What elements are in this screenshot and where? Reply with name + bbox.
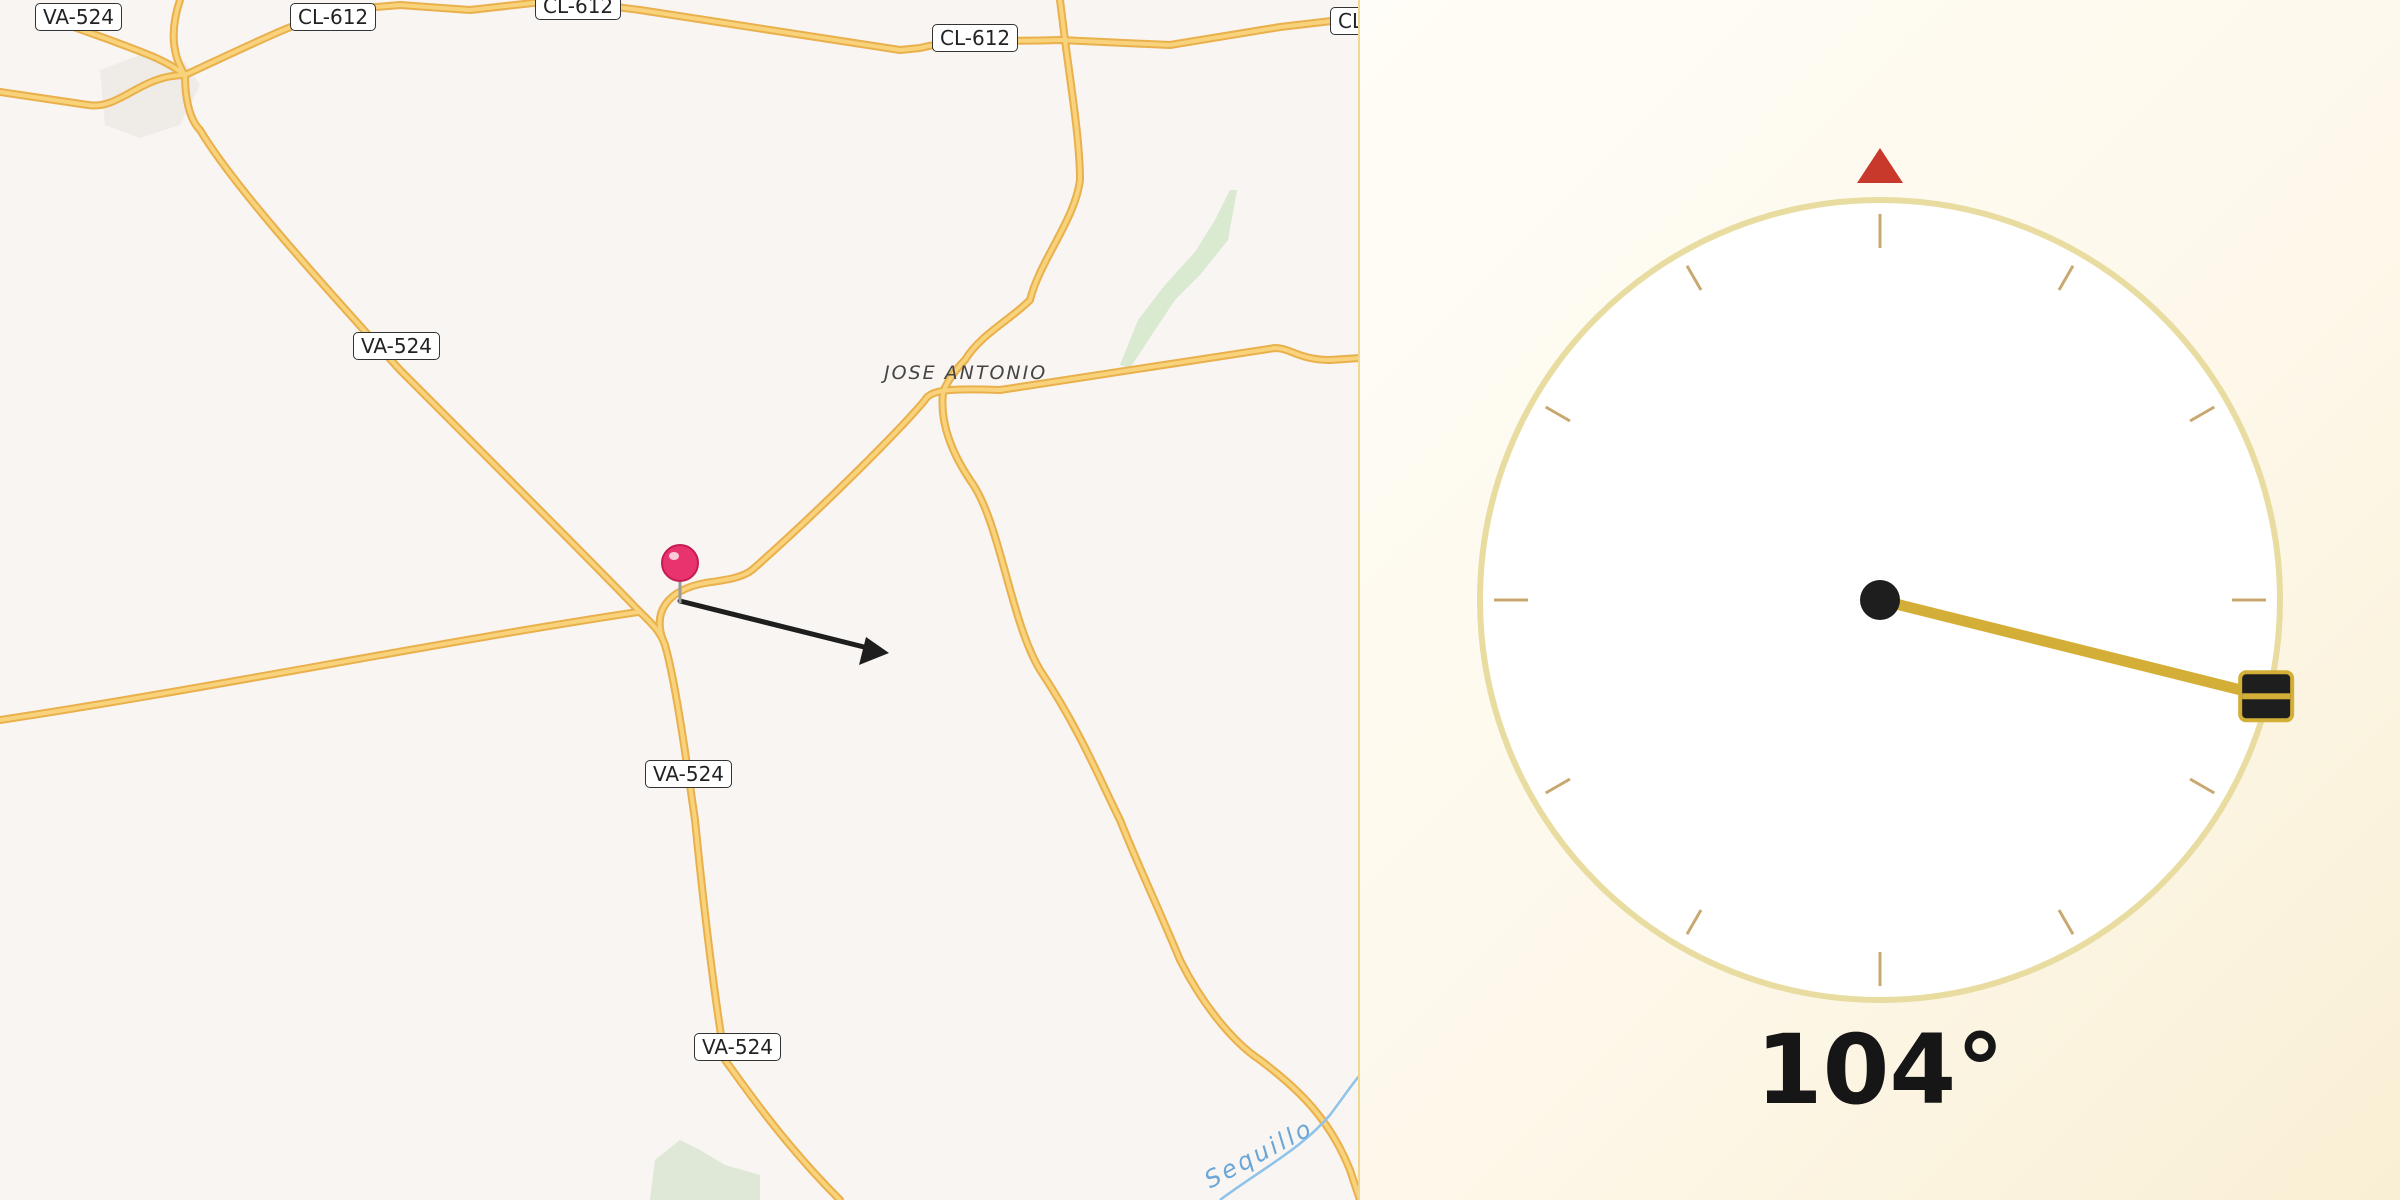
road-label: CL-612 [932,24,1019,52]
road-label: VA-524 [645,760,733,788]
road-label: VA-524 [35,3,123,31]
road-label: CL [1330,7,1358,35]
map-canvas[interactable] [0,0,1360,1200]
compass-panel: 104° [1360,0,2400,1200]
park-area [650,1140,760,1200]
map-pin-icon[interactable] [661,544,699,603]
heading-readout: 104° [1755,1014,2005,1126]
road-label: CL-612 [290,3,377,31]
park-area [1120,190,1237,368]
needle-handle-icon[interactable] [2238,670,2295,723]
north-marker-icon [1857,148,1903,183]
app: VA-524 CL-612 CL-612 CL-612 CL VA-524 VA… [0,0,2400,1200]
road-label: VA-524 [353,332,441,360]
direction-arrow-icon [677,598,889,665]
road-label: VA-524 [694,1033,782,1061]
road-label: CL-612 [535,0,622,20]
map-view[interactable]: VA-524 CL-612 CL-612 CL-612 CL VA-524 VA… [0,0,1360,1200]
compass-center [1860,580,1900,620]
place-label: JOSE ANTONIO [884,362,1048,384]
